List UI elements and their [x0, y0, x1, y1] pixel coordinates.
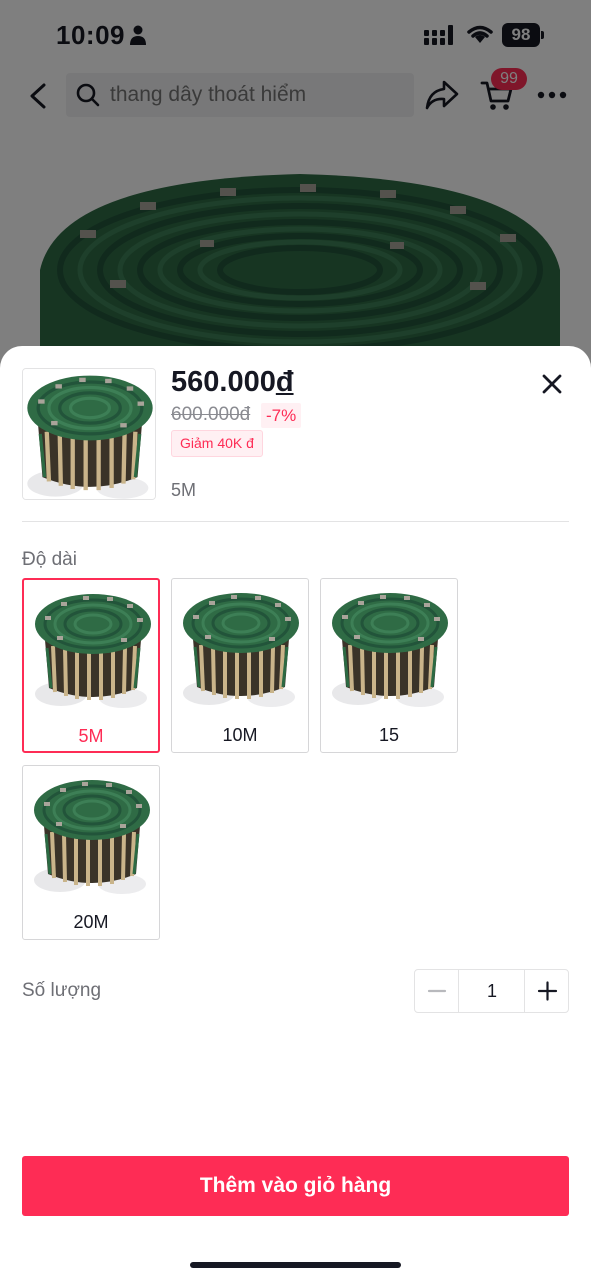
variant-image	[328, 587, 452, 709]
divider	[22, 521, 569, 522]
quantity-label: Số lượng	[22, 980, 102, 1001]
variant-image	[30, 774, 154, 896]
decrease-quantity-button[interactable]	[415, 970, 459, 1012]
discount-badge: -7%	[261, 403, 302, 428]
variant-option-20m[interactable]: 20M	[22, 765, 160, 940]
variant-section-label: Độ dài	[22, 549, 77, 570]
add-to-cart-button[interactable]: Thêm vào giỏ hàng	[22, 1156, 569, 1216]
quantity-stepper: 1	[414, 969, 569, 1013]
original-price: 600.000đ	[171, 404, 251, 425]
plus-icon	[537, 981, 558, 1001]
close-icon[interactable]	[540, 372, 564, 396]
variant-label: 5M	[78, 726, 104, 746]
variant-label: 20M	[73, 912, 109, 932]
variant-label: 15	[378, 725, 400, 745]
variant-label: 10M	[222, 725, 258, 745]
selected-product-thumbnail	[22, 368, 156, 500]
variant-image	[31, 588, 155, 710]
variant-option-15[interactable]: 15	[320, 578, 458, 753]
home-indicator[interactable]	[190, 1262, 401, 1268]
variant-option-5m[interactable]: 5M	[22, 578, 160, 753]
voucher-badge: Giảm 40K đ	[171, 430, 263, 457]
variant-option-10m[interactable]: 10M	[171, 578, 309, 753]
variant-selection-sheet: 560.000đ 600.000đ -7% Giảm 40K đ 5M Độ d…	[0, 346, 591, 1280]
variant-image	[179, 587, 303, 709]
minus-icon	[427, 989, 447, 993]
current-price: 560.000đ	[171, 366, 294, 399]
price-currency: đ	[275, 366, 294, 398]
increase-quantity-button[interactable]	[524, 970, 569, 1012]
quantity-value[interactable]: 1	[460, 970, 524, 1012]
product-image	[23, 369, 156, 500]
selected-variant-text: 5M	[171, 480, 197, 500]
price-value: 560.000	[171, 366, 276, 398]
